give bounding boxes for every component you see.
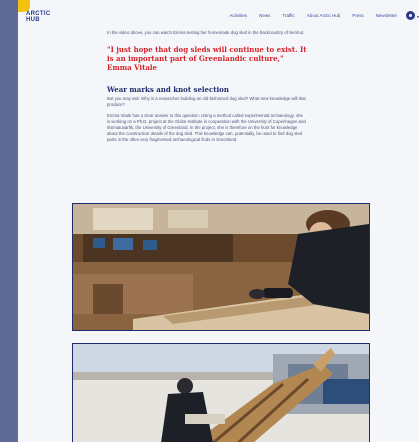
paragraph-1: But you may ask: Why is a researcher bui… [107, 96, 306, 107]
article-body: In the video above, you can watch Emma t… [107, 30, 307, 143]
quote-author: Emma Vitale [107, 63, 157, 72]
nav-item-news[interactable]: News [259, 13, 270, 18]
outdoor-sled-photo [72, 343, 370, 442]
nav-item-activities[interactable]: Activities [229, 13, 247, 18]
outdoor-sled-photo-illustration [73, 344, 369, 442]
top-navigation: ARCTIC HUB Activities News Traffic About… [18, 0, 419, 34]
pull-quote: "I just hope that dog sleds will continu… [107, 45, 307, 63]
nav-item-newsletter[interactable]: Newsletter [376, 13, 397, 18]
workshop-photo [72, 203, 370, 331]
arctic-hub-logo[interactable]: ARCTIC HUB [26, 11, 58, 23]
nav-item-press[interactable]: Press [352, 13, 364, 18]
logo-line-2: HUB [26, 17, 40, 23]
nav-links: Activities News Traffic About Arctic Hub… [229, 13, 397, 18]
paragraph-2: Emma Vitale has a clear answer to this q… [107, 113, 306, 142]
intro-text: In the video above, you can watch Emma t… [107, 30, 305, 35]
nav-item-traffic[interactable]: Traffic [282, 13, 294, 18]
workshop-photo-illustration [73, 204, 369, 330]
page: ARCTIC HUB Activities News Traffic About… [18, 0, 419, 442]
nav-item-about[interactable]: About Arctic Hub [307, 13, 341, 18]
language-globe-icon[interactable] [406, 11, 415, 20]
section-heading: Wear marks and knot selection [107, 85, 229, 94]
